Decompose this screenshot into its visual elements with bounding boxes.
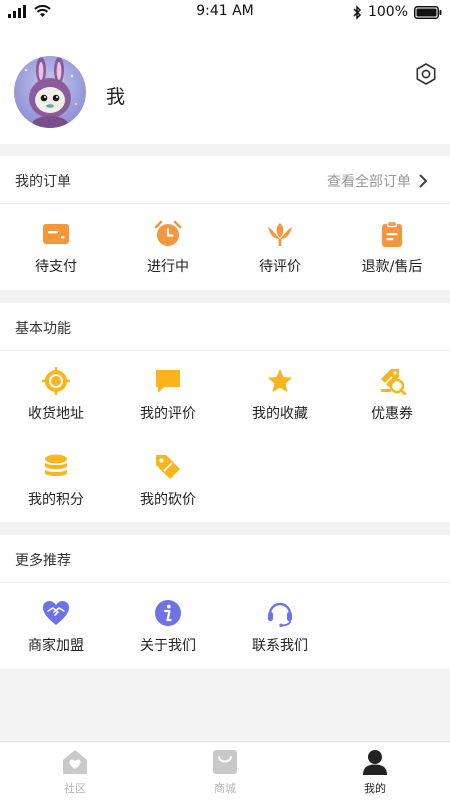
status-bar: 9:41 AM 100%	[0, 0, 450, 24]
alarm-clock-icon	[154, 220, 182, 246]
view-all-orders-link[interactable]: 查看全部订单	[327, 171, 428, 191]
chat-bubble-icon	[156, 370, 180, 393]
more-header: 更多推荐	[0, 535, 450, 583]
orders-title: 我的订单	[15, 174, 71, 190]
battery-percent: 100%	[367, 4, 408, 20]
location-target-icon	[42, 367, 70, 395]
order-item-label: 待支付	[35, 259, 77, 275]
more-title: 更多推荐	[15, 553, 71, 569]
star-icon	[268, 369, 292, 392]
basic-item-label: 我的收藏	[252, 406, 308, 422]
tab-label: 商城	[214, 782, 236, 795]
basic-item-address[interactable]: 收货地址	[0, 353, 112, 433]
basic-item-coupons[interactable]: 优惠券	[336, 353, 448, 433]
orders-card: 我的订单 查看全部订单 待支付 进行中 待评价 退款/售后	[0, 156, 450, 290]
clipboard-icon	[382, 220, 402, 247]
settings-gear-icon[interactable]	[414, 62, 438, 86]
basic-item-label: 我的砍价	[140, 492, 196, 508]
tab-label: 社区	[64, 782, 86, 795]
more-item-label: 商家加盟	[28, 638, 84, 654]
home-heart-icon	[63, 750, 87, 774]
profile-name: 我	[106, 86, 126, 108]
coin-stack-icon	[45, 454, 67, 476]
basic-item-bargain[interactable]: 我的砍价	[112, 439, 224, 519]
basic-item-label: 优惠券	[371, 406, 413, 422]
order-item-label: 退款/售后	[361, 259, 423, 275]
battery-icon	[414, 5, 442, 19]
view-all-orders-label: 查看全部订单	[327, 174, 411, 190]
chevron-right-icon	[419, 174, 427, 188]
avatar-image	[14, 56, 86, 128]
order-item-pending-payment[interactable]: 待支付	[0, 206, 112, 286]
profile-header: 我	[0, 24, 450, 144]
info-icon	[155, 600, 181, 626]
more-item-label: 联系我们	[252, 638, 308, 654]
shopping-bag-icon	[213, 750, 237, 774]
tab-label: 我的	[364, 782, 386, 795]
basic-functions-card: 基本功能 收货地址 我的评价 我的收藏 优惠券 我的积分 我的砍价	[0, 303, 450, 522]
bottom-tab-bar: 社区 商城 我的	[0, 741, 450, 800]
orders-header: 我的订单 查看全部订单	[0, 156, 450, 204]
more-item-about-us[interactable]: 关于我们	[112, 585, 224, 665]
avatar[interactable]	[14, 56, 86, 128]
price-tag-icon	[156, 455, 180, 479]
basic-item-favorites[interactable]: 我的收藏	[224, 353, 336, 433]
order-item-label: 待评价	[259, 259, 301, 275]
more-item-merchant-join[interactable]: 商家加盟	[0, 585, 112, 665]
handshake-heart-icon	[43, 601, 69, 625]
tab-mall[interactable]: 商城	[150, 742, 300, 800]
basic-item-label: 我的评价	[140, 406, 196, 422]
bluetooth-icon	[353, 4, 362, 20]
basic-item-label: 收货地址	[28, 406, 84, 422]
more-item-contact-us[interactable]: 联系我们	[224, 585, 336, 665]
headset-icon	[268, 602, 292, 627]
tulip-icon	[268, 223, 292, 246]
basic-functions-header: 基本功能	[0, 303, 450, 351]
basic-item-reviews[interactable]: 我的评价	[112, 353, 224, 433]
tab-community[interactable]: 社区	[0, 742, 150, 800]
basic-item-label: 我的积分	[28, 492, 84, 508]
order-item-in-progress[interactable]: 进行中	[112, 206, 224, 286]
order-item-pending-review[interactable]: 待评价	[224, 206, 336, 286]
order-item-label: 进行中	[147, 259, 189, 275]
basic-functions-title: 基本功能	[15, 321, 71, 337]
coupon-icon	[381, 369, 406, 395]
basic-item-points[interactable]: 我的积分	[0, 439, 112, 519]
order-item-refund[interactable]: 退款/售后	[336, 206, 448, 286]
wallet-card-icon	[43, 224, 69, 244]
status-right: 100%	[352, 4, 442, 20]
tab-mine[interactable]: 我的	[300, 742, 450, 800]
more-card: 更多推荐 商家加盟 关于我们 联系我们	[0, 535, 450, 669]
more-item-label: 关于我们	[140, 638, 196, 654]
user-icon	[363, 750, 387, 775]
